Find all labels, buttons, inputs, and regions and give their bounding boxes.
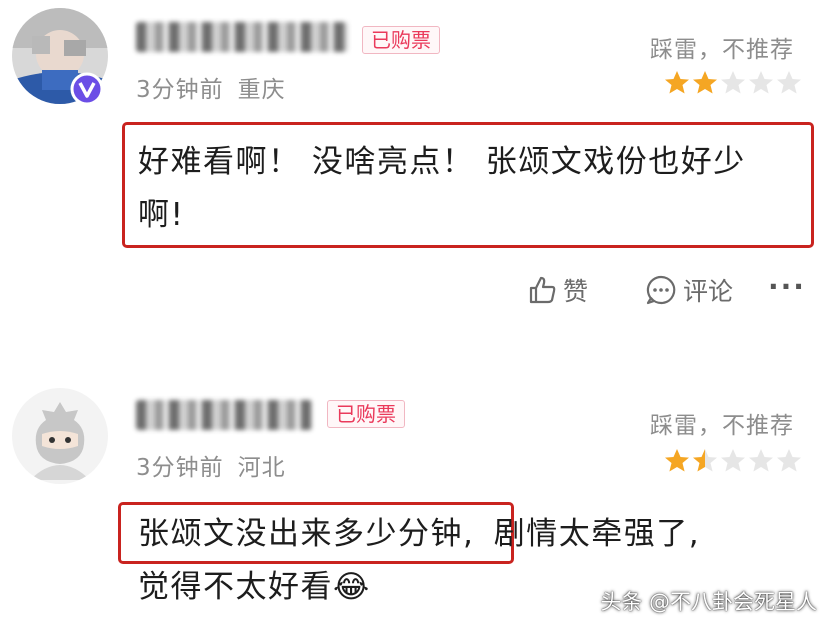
star-icon	[693, 71, 717, 94]
review-verdict: 踩雷，不推荐	[650, 413, 794, 439]
review-card-1: 已购票 3分钟前 重庆 踩雷，不推荐 好难看啊！ 没啥亮点！ 张颂文戏份也好少 啊…	[0, 0, 831, 330]
star-icon	[777, 449, 801, 472]
review-meta: 3分钟前 重庆	[136, 70, 286, 104]
comment-highlighted: 张颂文没出来多少分钟,	[138, 516, 475, 552]
more-icon[interactable]: ···	[768, 270, 806, 303]
thumbs-up-icon	[529, 276, 556, 304]
review-verdict: 踩雷，不推荐	[650, 37, 794, 63]
star-icon	[665, 449, 689, 472]
star-icon	[777, 71, 801, 94]
star-rating	[664, 448, 804, 472]
comment-button[interactable]: 评论	[645, 272, 733, 308]
star-icon	[721, 71, 745, 94]
star-icon	[721, 449, 745, 472]
comment-label: 评论	[683, 277, 734, 306]
star-icon	[749, 449, 773, 472]
star-icon	[749, 71, 773, 94]
watermark: 头条 @不八卦会死星人	[600, 590, 817, 614]
star-icon	[665, 71, 689, 94]
ticket-purchased-badge: 已购票	[327, 400, 405, 428]
comment-text: 觉得不太好看	[138, 569, 333, 605]
like-label: 赞	[563, 277, 589, 306]
comment-line: 好难看啊！ 没啥亮点！ 张颂文戏份也好少	[138, 144, 746, 180]
review-time: 3分钟前	[136, 455, 224, 481]
review-time: 3分钟前	[136, 77, 224, 103]
comment-text: 剧情太牵强了,	[493, 516, 701, 552]
comment-bubble-icon	[646, 275, 676, 305]
review-meta: 3分钟前 河北	[136, 448, 286, 482]
review-comment: 好难看啊！ 没啥亮点！ 张颂文戏份也好少 啊!	[138, 136, 808, 242]
review-location: 重庆	[237, 77, 286, 103]
laughing-emoji-icon: 😂	[333, 569, 371, 605]
ticket-purchased-badge: 已购票	[362, 26, 440, 54]
vip-v-icon	[70, 72, 104, 110]
review-location: 河北	[237, 455, 286, 481]
like-button[interactable]: 赞	[527, 272, 588, 308]
star-rating	[664, 70, 804, 94]
star-icon	[693, 449, 717, 472]
comment-line: 张颂文没出来多少分钟, 剧情太牵强了,	[138, 508, 818, 561]
comment-line: 啊!	[138, 197, 185, 233]
username-blurred[interactable]	[136, 400, 312, 430]
username-blurred[interactable]	[136, 22, 348, 52]
avatar[interactable]	[12, 388, 108, 484]
